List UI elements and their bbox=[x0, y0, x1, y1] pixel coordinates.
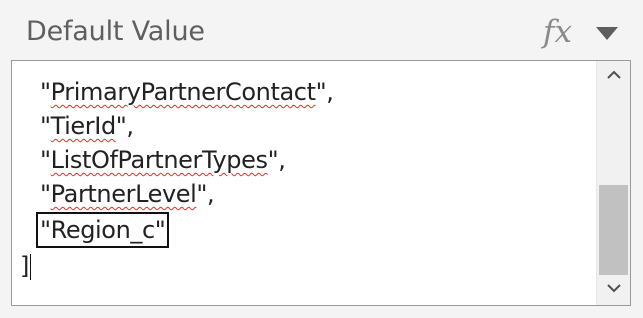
scroll-up-button[interactable] bbox=[597, 61, 630, 91]
caret-down-icon[interactable] bbox=[596, 27, 618, 40]
highlighted-value: "Region_c" bbox=[35, 212, 170, 248]
code-line-6: ] bbox=[20, 249, 31, 283]
closing-bracket: ] bbox=[20, 252, 29, 280]
scroll-down-button[interactable] bbox=[597, 275, 630, 305]
spellcheck-word: PartnerLevel bbox=[50, 180, 197, 208]
field-label: Default Value bbox=[26, 16, 205, 47]
chevron-down-icon bbox=[607, 284, 621, 293]
chevron-up-icon bbox=[607, 70, 621, 79]
default-value-panel: Default Value fx "PrimaryPartnerContact"… bbox=[0, 0, 643, 318]
code-line-5: "Region_c" bbox=[35, 212, 170, 248]
field-header: Default Value fx bbox=[0, 0, 643, 60]
fx-icon[interactable]: fx bbox=[543, 14, 572, 50]
vertical-scrollbar[interactable] bbox=[596, 61, 630, 305]
spellcheck-word: PrimaryPartnerContact bbox=[50, 78, 316, 106]
code-editor[interactable]: "PrimaryPartnerContact", "TierId", "List… bbox=[11, 60, 631, 306]
spellcheck-word: ListOfPartnerTypes bbox=[50, 146, 268, 174]
code-line-2: "TierId", bbox=[40, 112, 134, 140]
code-line-3: "ListOfPartnerTypes", bbox=[40, 146, 286, 174]
scrollbar-thumb[interactable] bbox=[599, 185, 628, 275]
code-line-4: "PartnerLevel", bbox=[40, 180, 215, 208]
text-cursor bbox=[29, 254, 31, 280]
code-line-1: "PrimaryPartnerContact", bbox=[40, 78, 334, 106]
spellcheck-word: TierId bbox=[50, 112, 117, 140]
